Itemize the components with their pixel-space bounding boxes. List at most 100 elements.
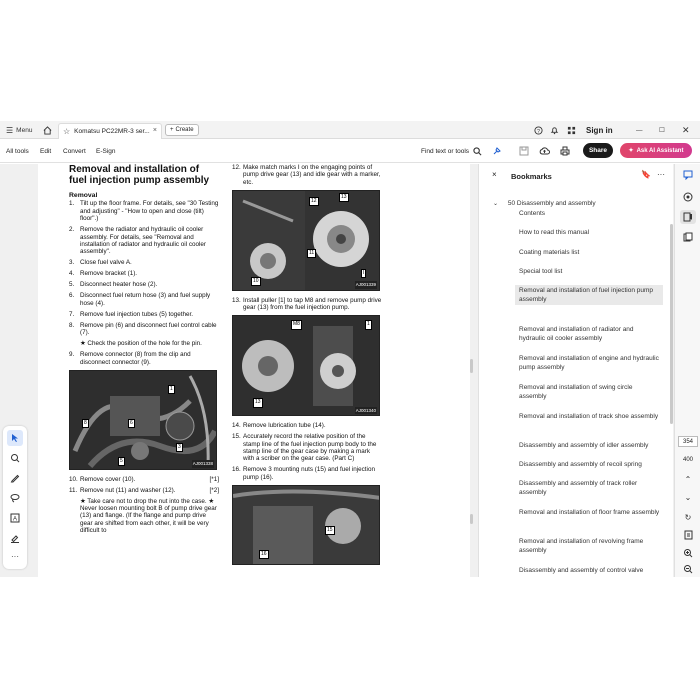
esign-menu[interactable]: E-Sign [96, 139, 116, 163]
step-item: 6. Disconnect fuel return hose (3) and fu… [69, 292, 219, 307]
chevron-up-icon[interactable]: ⌃ [680, 472, 696, 486]
bookmark-item[interactable]: Removal and installation of revolving fr… [517, 536, 663, 556]
all-tools-menu[interactable]: All tools [6, 139, 29, 163]
bookmark-item[interactable]: Disassembly and assembly of recoil sprin… [517, 459, 663, 470]
step-item: 3. Close fuel valve A. [69, 259, 219, 266]
right-rail: 354 400 ⌃ ⌄ ↻ [674, 164, 700, 577]
bookmarks-scrollbar[interactable] [670, 224, 673, 424]
comment-icon[interactable] [680, 168, 696, 182]
step-item: 14. Remove lubrication tube (14). [232, 422, 382, 429]
step-item: 7. Remove fuel injection tubes (5) togeth… [69, 311, 219, 318]
current-page-input[interactable]: 354 [678, 436, 698, 447]
step-text: Accurately record the relative position … [243, 433, 377, 463]
bookmark-item[interactable]: Removal and installation of radiator and… [517, 324, 663, 344]
lasso-icon[interactable] [7, 490, 23, 506]
bookmark-parent[interactable]: ⌄ 50 Disassembly and assembly [493, 200, 596, 207]
save-icon[interactable] [517, 144, 531, 158]
page-scrollbar-thumb[interactable] [470, 359, 473, 373]
apps-icon[interactable] [567, 121, 576, 139]
step-text: Disconnect fuel return hose (3) and fuel… [80, 292, 211, 307]
edit-menu[interactable]: Edit [40, 139, 51, 163]
bookmark-item[interactable]: Special tool list [517, 266, 663, 277]
create-label: Create [175, 127, 194, 133]
tab-title: Komatsu PC22MR-3 ser... [74, 128, 150, 135]
sign-in-button[interactable]: Sign in [586, 121, 613, 139]
menu-button[interactable]: ☰ Menu [6, 121, 32, 139]
bookmarks-panel-icon[interactable] [680, 210, 696, 224]
star-icon[interactable]: ☆ [63, 127, 70, 136]
zoom-comment-icon[interactable] [7, 450, 23, 466]
engine-photo-4: 15 16 [232, 484, 380, 565]
bookmark-item[interactable]: Removal and installation of fuel injecti… [515, 285, 663, 306]
zoom-out-icon[interactable] [680, 562, 696, 576]
step-13: 13. Install puller [1] to tap M8 and rem… [232, 296, 382, 312]
bookmark-item[interactable]: Removal and installation of engine and h… [517, 353, 663, 373]
upload-cloud-icon[interactable] [537, 144, 551, 158]
photo-3-code: AJ001340 [354, 406, 377, 415]
close-panel-icon[interactable]: × [492, 170, 497, 179]
step-number: 8. [69, 321, 75, 329]
bookmark-item[interactable]: Disassembly and assembly of idler assemb… [517, 440, 663, 451]
bookmark-item[interactable]: Contents [517, 208, 663, 219]
engine-photo-4-image [233, 485, 379, 564]
home-icon [43, 125, 52, 135]
bookmark-add-icon[interactable]: 🔖 [641, 170, 651, 179]
convert-menu[interactable]: Convert [63, 139, 86, 163]
document-tab[interactable]: ☆ Komatsu PC22MR-3 ser... × [58, 123, 162, 139]
step-item: 2. Remove the radiator and hydraulic oil … [69, 226, 219, 256]
create-button[interactable]: + Create [165, 124, 199, 136]
zoom-in-icon[interactable] [680, 546, 696, 560]
bookmark-item[interactable]: Coating materials list [517, 247, 663, 258]
text-box-icon[interactable]: A [7, 510, 23, 526]
svg-text:A: A [13, 517, 17, 523]
bookmark-item[interactable]: Removal and installation of floor frame … [517, 507, 663, 518]
bookmark-item[interactable]: Disassembly and assembly of control valv… [517, 565, 663, 576]
bookmark-item[interactable]: How to read this manual [517, 227, 663, 238]
bookmark-item[interactable]: Disassembly and assembly of track roller… [517, 478, 663, 498]
step-item: 16. Remove 3 mounting nuts (15) and fuel … [232, 466, 382, 481]
help-icon[interactable]: ? [534, 121, 543, 139]
step-text: Remove cover (10). [80, 475, 136, 483]
minimize-icon[interactable]: — [636, 121, 643, 139]
left-rail: A ··· [0, 164, 30, 577]
share-button[interactable]: Share [583, 143, 613, 158]
step-number: 11. [69, 486, 78, 494]
ai-label: Ask AI Assistant [636, 147, 684, 154]
close-tab-icon[interactable]: × [153, 127, 157, 134]
step-item: 9. Remove connector (8) from the clip and… [69, 351, 219, 366]
home-button[interactable] [43, 121, 52, 139]
pages-thumbnail-icon[interactable] [680, 230, 696, 244]
find-text-button[interactable]: Find text or tools [421, 139, 482, 163]
ai-assistant-button[interactable]: ✦ Ask AI Assistant [620, 143, 692, 158]
step-text: Remove pin (6) and disconnect fuel contr… [80, 321, 217, 337]
page-scrollbar-thumb-lower[interactable] [470, 514, 473, 524]
select-cursor-icon[interactable] [7, 430, 23, 446]
more-options-icon[interactable]: ··· [657, 170, 665, 179]
svg-text:?: ? [537, 128, 540, 134]
bookmark-item[interactable]: Removal and installation of track shoe a… [517, 411, 663, 422]
bookmarks-title: Bookmarks [511, 172, 552, 181]
close-window-icon[interactable]: ✕ [682, 121, 690, 139]
total-pages: 400 [682, 456, 693, 463]
bookmark-item[interactable]: Removal and installation of swing circle… [517, 382, 663, 402]
tools-pin-icon[interactable] [490, 144, 504, 158]
step-item: 10. Remove cover (10). [*1] [69, 476, 219, 483]
page-title: Removal and installation of fuel injecti… [69, 164, 210, 186]
engine-photo-3: M8 1 13 AJ001340 [232, 315, 380, 417]
find-label: Find text or tools [421, 147, 470, 155]
step-text: Remove connector (8) from the clip and d… [80, 351, 191, 366]
notifications-icon[interactable] [550, 121, 559, 139]
maximize-icon[interactable]: ☐ [659, 121, 665, 139]
extract-page-icon[interactable] [680, 528, 696, 542]
engine-photo-2-image [233, 190, 379, 290]
fill-sign-icon[interactable] [7, 530, 23, 546]
chevron-down-icon[interactable]: ⌄ [493, 201, 498, 207]
refresh-icon[interactable]: ↻ [680, 510, 696, 524]
step-text: Remove the radiator and hydraulic oil co… [80, 226, 207, 256]
step-number: 6. [69, 292, 75, 300]
ai-chat-icon[interactable] [680, 190, 696, 204]
chevron-down-page-icon[interactable]: ⌄ [680, 490, 696, 504]
pen-icon[interactable] [7, 470, 23, 486]
more-tools-icon[interactable]: ··· [7, 548, 23, 564]
print-icon[interactable] [558, 144, 572, 158]
